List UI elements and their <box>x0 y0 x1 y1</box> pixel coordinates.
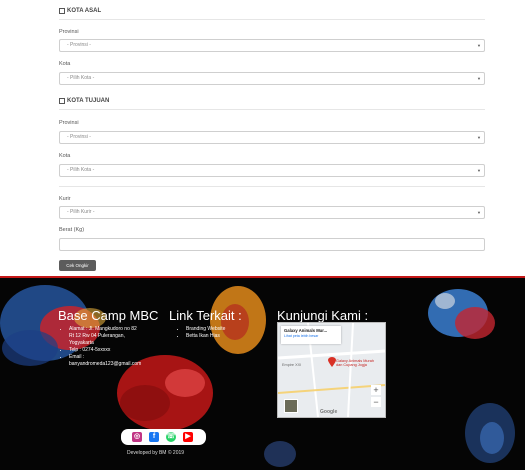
email-item: Email : banyandromeda123@gmail.com <box>69 354 179 368</box>
divider <box>59 19 485 20</box>
location-icon <box>59 8 65 14</box>
embedded-map[interactable]: Galaxy Animals Mur... Lihat peta lebih b… <box>277 322 386 418</box>
courier-select[interactable]: - Pilih Kurir - ▼ <box>59 206 485 219</box>
betta-fish-image <box>465 403 515 463</box>
whatsapp-icon[interactable]: ☏ <box>166 432 176 442</box>
footer-basecamp-title: Base Camp MBC <box>58 308 159 323</box>
related-link[interactable]: Branding Website <box>186 326 256 333</box>
facebook-icon[interactable]: f <box>149 432 159 442</box>
chevron-down-icon: ▼ <box>477 210 481 215</box>
map-info-card: Galaxy Animals Mur... Lihat peta lebih b… <box>281 326 341 344</box>
divider <box>59 109 485 110</box>
chevron-down-icon: ▼ <box>477 43 481 48</box>
origin-heading: KOTA ASAL <box>59 8 101 14</box>
developed-by-text: Developed by BM © 2019 <box>127 450 185 456</box>
youtube-icon[interactable]: ▶ <box>183 432 193 442</box>
social-bar: ◎ f ☏ ▶ <box>121 429 206 445</box>
zoom-in-button[interactable]: + <box>371 385 381 395</box>
origin-city-select[interactable]: - Pilih Kota - ▼ <box>59 72 485 85</box>
footer: Base Camp MBC Alamat : Jl. Mangkudoro no… <box>0 276 525 470</box>
courier-label: Kurir <box>59 196 71 202</box>
weight-label: Berat (Kg) <box>59 227 85 233</box>
chevron-down-icon: ▼ <box>477 76 481 81</box>
origin-city-label: Kota <box>59 61 71 67</box>
destination-city-select[interactable]: - Pilih Kota - ▼ <box>59 164 485 177</box>
google-logo: Google <box>320 409 338 415</box>
divider <box>59 186 485 187</box>
related-links: Branding Website Betta Ikan Hias <box>180 326 256 340</box>
related-link[interactable]: Betta Ikan Hias <box>186 333 256 340</box>
destination-province-select[interactable]: - Provinsi - ▼ <box>59 131 485 144</box>
map-pin-icon <box>328 357 336 367</box>
destination-city-label: Kota <box>59 153 71 159</box>
address-item: Alamat : Jl. Mangkudoro no 82 Rt 12 Rw 0… <box>69 326 179 347</box>
check-shipping-button[interactable]: Cek Ongkir <box>59 260 96 271</box>
map-pin-label: Galaxy Animals Murah dan Cupang Jogja <box>336 359 374 367</box>
map-area-label: Empire XXI <box>282 363 302 367</box>
origin-province-label: Provinsi <box>59 29 79 35</box>
instagram-icon[interactable]: ◎ <box>132 432 142 442</box>
satellite-toggle[interactable] <box>284 399 298 413</box>
chevron-down-icon: ▼ <box>477 168 481 173</box>
weight-input[interactable] <box>59 238 485 251</box>
footer-links-title: Link Terkait : <box>169 308 242 323</box>
betta-fish-image <box>428 289 495 339</box>
phone-item: Telp : 0274-5xxxxx <box>69 347 179 354</box>
origin-province-select[interactable]: - Provinsi - ▼ <box>59 39 485 52</box>
betta-fish-image <box>264 441 296 467</box>
contact-list: Alamat : Jl. Mangkudoro no 82 Rt 12 Rw 0… <box>63 326 179 368</box>
zoom-out-button[interactable]: − <box>371 397 381 407</box>
location-icon <box>59 98 65 104</box>
view-larger-map-link[interactable]: Lihat peta lebih besar <box>281 333 341 338</box>
shipping-form: KOTA ASAL Provinsi - Provinsi - ▼ Kota -… <box>0 0 525 276</box>
footer-visit-title: Kunjungi Kami : <box>277 308 369 323</box>
destination-province-label: Provinsi <box>59 120 79 126</box>
destination-heading: KOTA TUJUAN <box>59 98 109 104</box>
chevron-down-icon: ▼ <box>477 135 481 140</box>
